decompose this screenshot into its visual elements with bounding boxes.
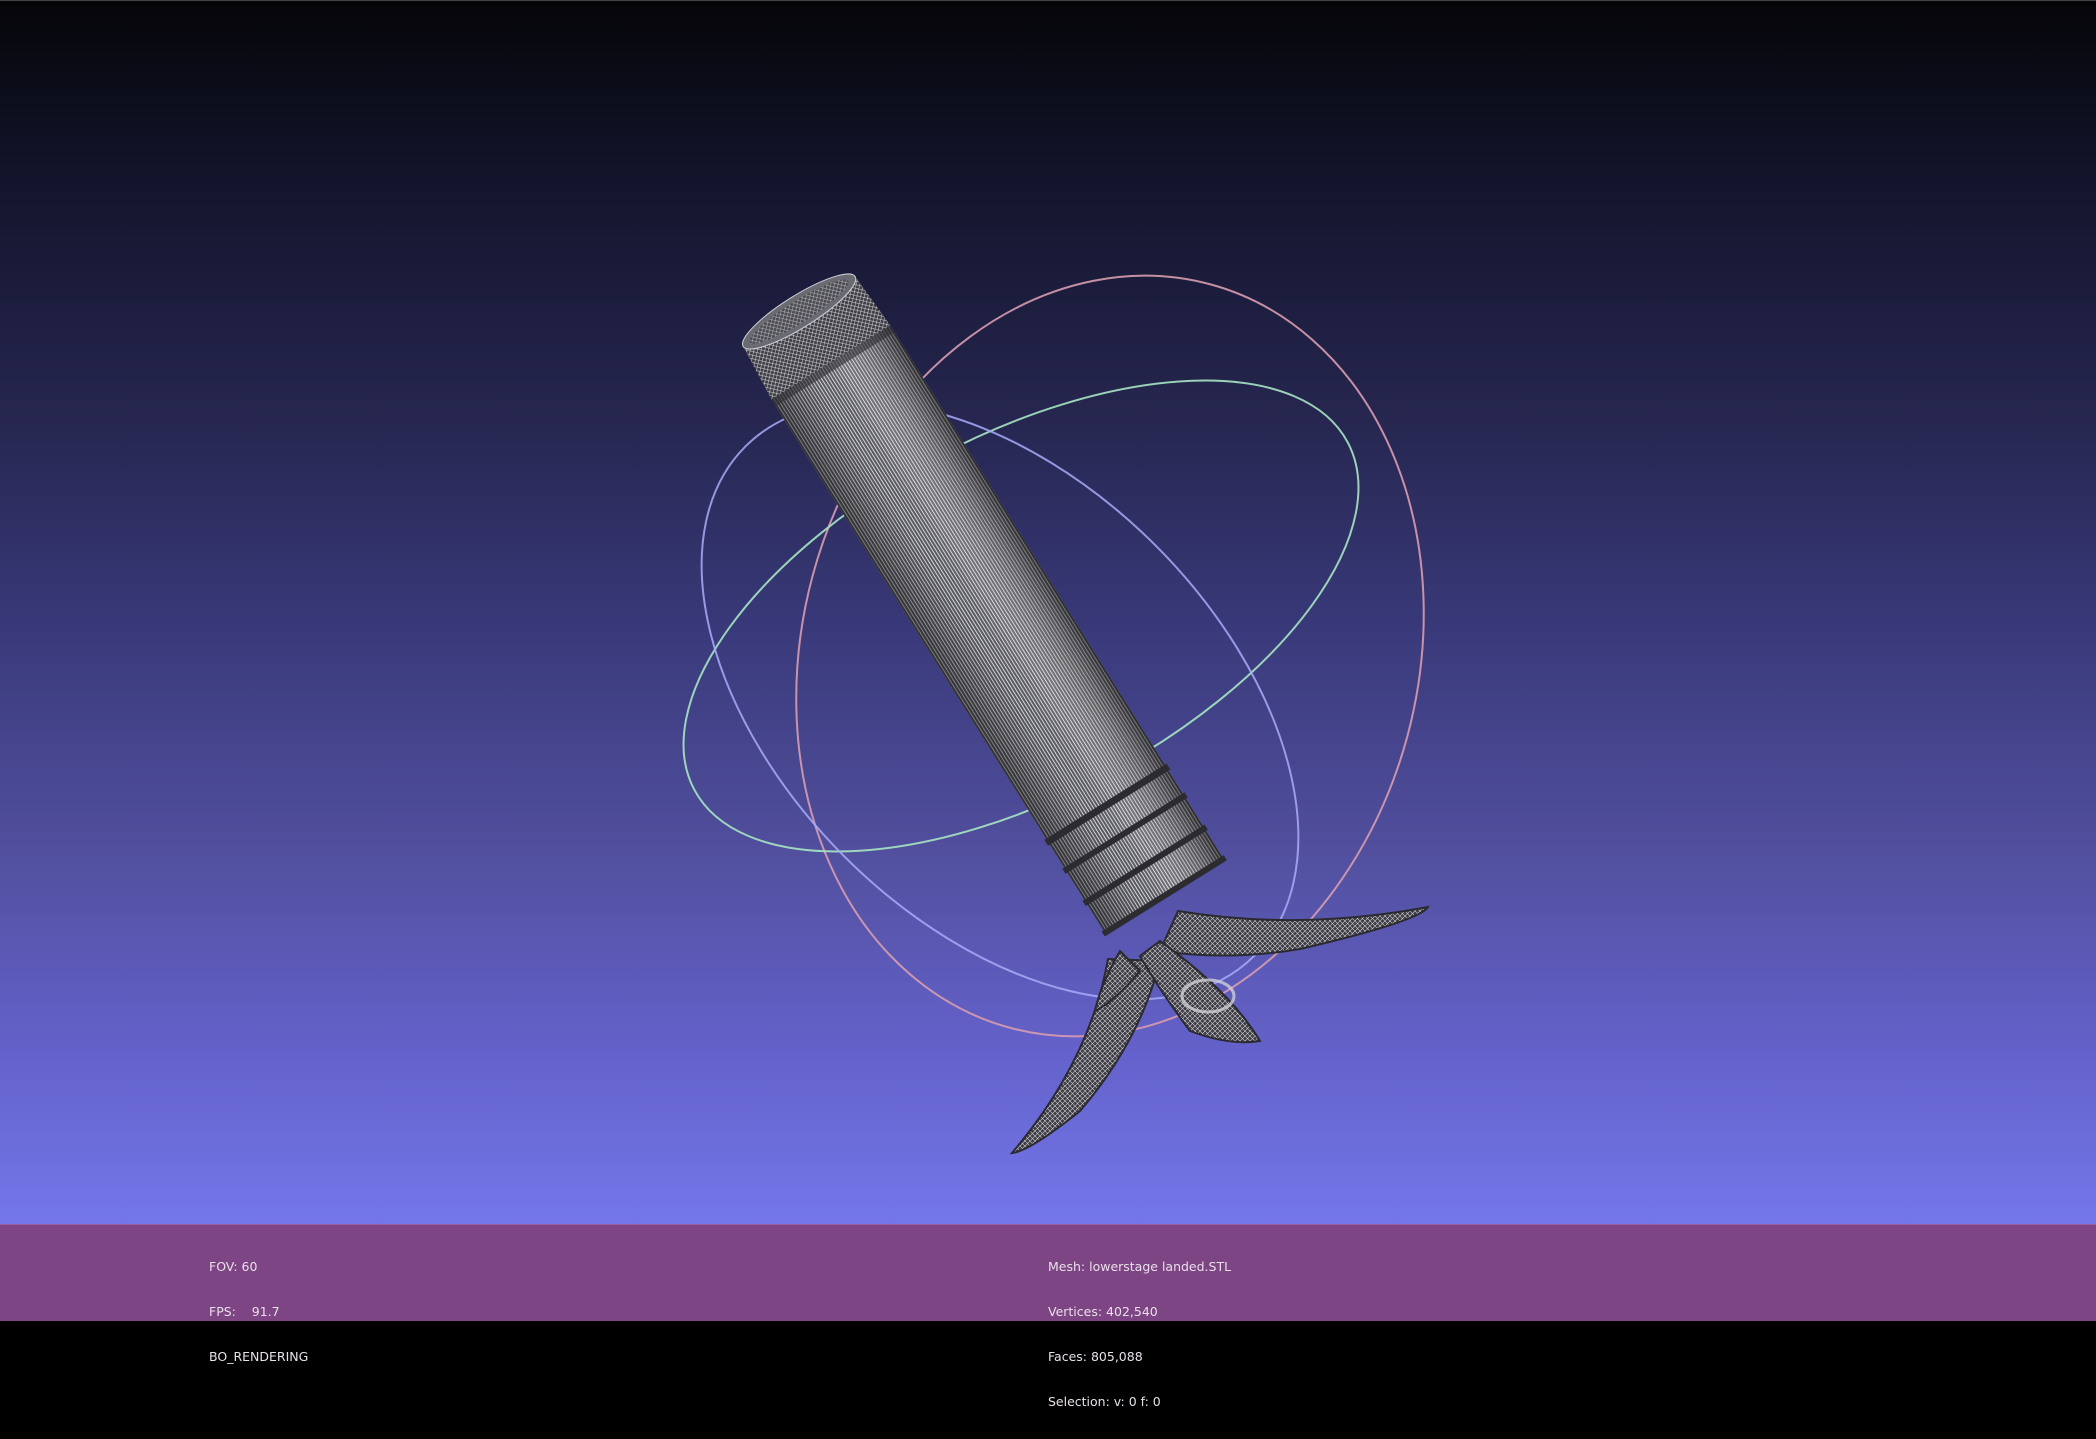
info-bar: FOV: 60 FPS: 91.7 BO_RENDERING Mesh: low… [0,1224,2096,1409]
render-mode: BO_RENDERING [209,1349,309,1364]
landing-leg-right [1158,905,1430,957]
face-count: Faces: 805,088 [1048,1349,1143,1364]
fps-value: 91.7 [251,1304,280,1319]
fps-readout: FPS: 91.7 [209,1304,308,1319]
mesh-info: Mesh: lowerstage landed.STL Vertices: 40… [1048,1229,1231,1439]
fov-readout: FOV: 60 [209,1259,258,1274]
landing-leg-center [1138,939,1262,1044]
mesh-name: Mesh: lowerstage landed.STL [1048,1259,1232,1274]
rocket-stage-wireframe[interactable] [730,260,1430,1155]
3d-viewport[interactable] [0,0,2096,1225]
vertex-count: Vertices: 402,540 [1048,1304,1158,1319]
selection-count: Selection: v: 0 f: 0 [1048,1394,1161,1409]
fps-label: FPS: [209,1304,236,1319]
landing-leg-left [1009,957,1162,1155]
render-info: FOV: 60 FPS: 91.7 BO_RENDERING [209,1229,308,1394]
scene-canvas[interactable] [0,1,2096,1225]
